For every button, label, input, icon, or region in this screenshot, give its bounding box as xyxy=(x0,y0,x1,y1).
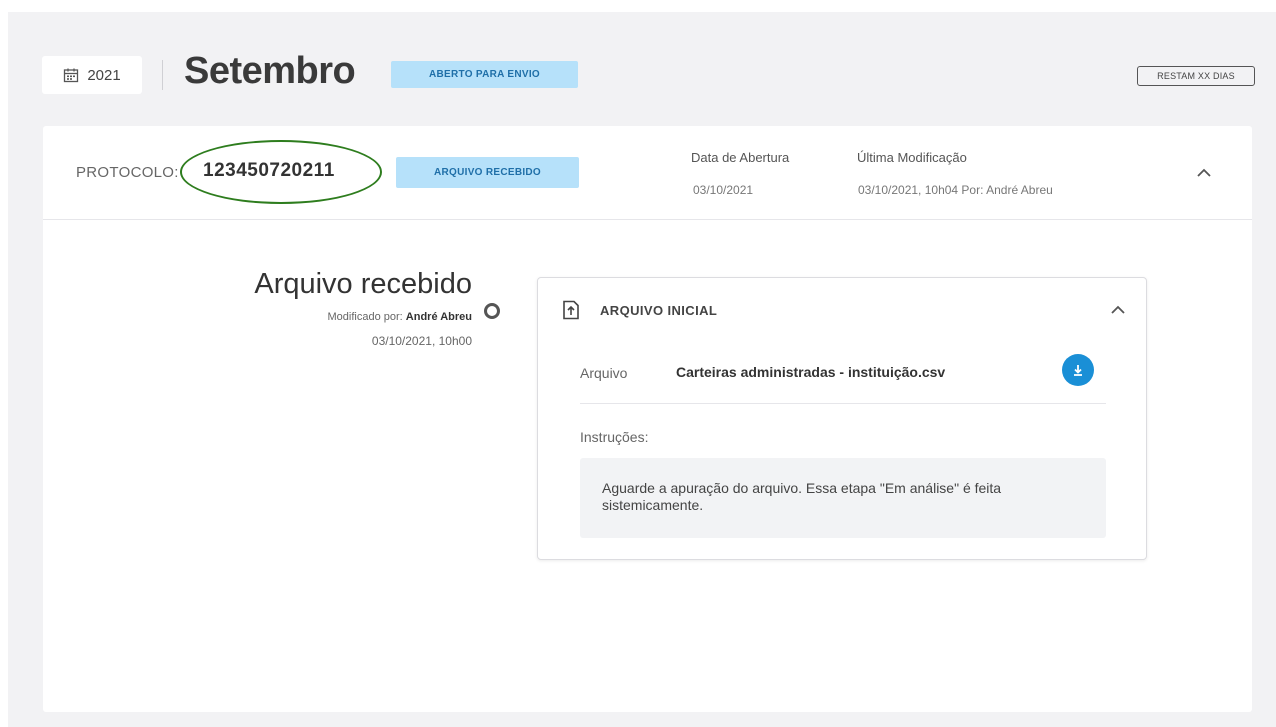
remaining-days-badge: RESTAM XX DIAS xyxy=(1137,66,1255,86)
file-card-divider xyxy=(580,403,1106,404)
modified-by-name: André Abreu xyxy=(405,311,472,323)
status-badge-open: ABERTO PARA ENVIO xyxy=(391,61,578,88)
instructions-label: Instruções: xyxy=(580,429,649,445)
last-modified-label: Última Modificação xyxy=(857,150,967,165)
protocol-card-header[interactable]: PROTOCOLO: 123450720211 ARQUIVO RECEBIDO… xyxy=(43,126,1252,220)
header-divider xyxy=(162,60,163,90)
opened-date-label: Data de Abertura xyxy=(691,150,790,165)
file-card-title: ARQUIVO INICIAL xyxy=(600,303,718,318)
chevron-up-icon[interactable] xyxy=(1108,300,1128,320)
download-icon xyxy=(1074,365,1082,376)
year-selector[interactable]: 2021 xyxy=(42,56,142,94)
page-title: Setembro xyxy=(184,50,356,92)
last-modified-value: 03/10/2021, 10h04 Por: André Abreu xyxy=(858,183,1053,197)
calendar-icon xyxy=(64,68,79,83)
protocol-label: PROTOCOLO: xyxy=(76,164,179,181)
timeline-dot xyxy=(484,303,500,319)
modified-by-prefix: Modificado por: xyxy=(327,311,403,323)
instructions-box: Aguarde a apuração do arquivo. Essa etap… xyxy=(580,458,1106,538)
timeline-step-title: Arquivo recebido xyxy=(254,268,472,300)
protocol-card: PROTOCOLO: 123450720211 ARQUIVO RECEBIDO… xyxy=(43,126,1252,712)
highlight-ring xyxy=(180,140,382,204)
file-card: ARQUIVO INICIAL Arquivo Carteiras admini… xyxy=(537,277,1147,560)
instructions-text: Aguarde a apuração do arquivo. Essa etap… xyxy=(602,480,1002,513)
file-label: Arquivo xyxy=(580,365,628,381)
file-upload-icon xyxy=(563,300,579,320)
timeline-date: 03/10/2021, 10h00 xyxy=(371,334,472,348)
download-button[interactable] xyxy=(1062,354,1094,386)
status-badge-received: ARQUIVO RECEBIDO xyxy=(396,157,579,188)
file-name: Carteiras administradas - instituição.cs… xyxy=(676,364,946,380)
timeline-modified-by: Modificado por: André Abreu xyxy=(328,311,473,323)
chevron-up-icon[interactable] xyxy=(1193,162,1215,184)
opened-date-value: 03/10/2021 xyxy=(693,183,754,197)
year-label: 2021 xyxy=(87,66,121,84)
